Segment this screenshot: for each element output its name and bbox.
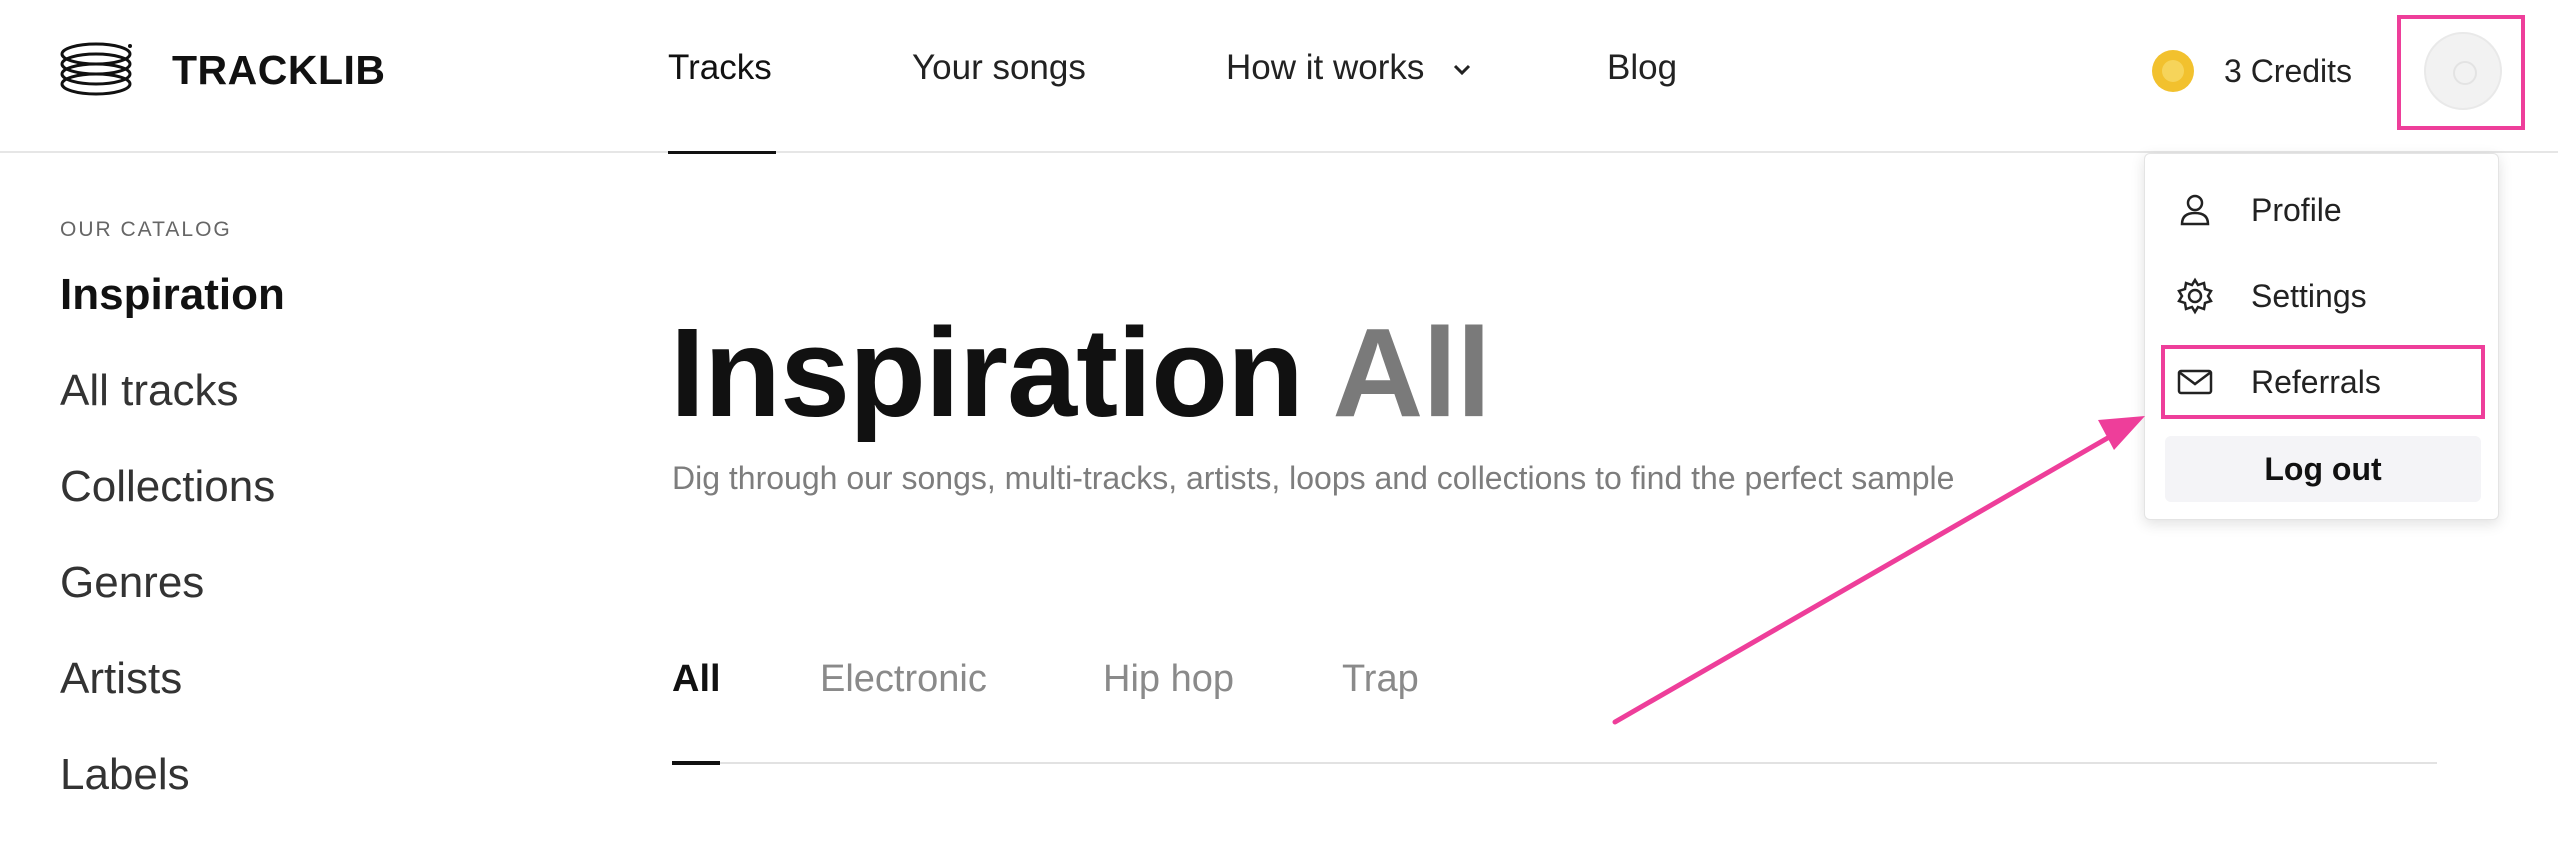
sidebar-item-artists[interactable]: Artists bbox=[60, 654, 182, 704]
top-header: TRACKLIB Tracks Your songs How it works … bbox=[0, 0, 2558, 154]
page-title-main: Inspiration bbox=[670, 302, 1304, 443]
nav-how-it-works-label: How it works bbox=[1226, 48, 1425, 87]
filter-electronic[interactable]: Electronic bbox=[820, 658, 987, 701]
nav-tracks[interactable]: Tracks bbox=[668, 48, 772, 88]
brand-logo[interactable]: TRACKLIB bbox=[58, 40, 386, 100]
filter-all[interactable]: All bbox=[672, 658, 721, 701]
filter-divider bbox=[672, 762, 2437, 764]
menu-item-profile-label: Profile bbox=[2251, 191, 2342, 228]
page-title-muted: All bbox=[1332, 302, 1491, 443]
logout-button[interactable]: Log out bbox=[2165, 436, 2481, 502]
menu-item-referrals[interactable]: Referrals bbox=[2161, 345, 2485, 419]
filter-active-underline bbox=[672, 761, 720, 765]
sidebar-item-labels[interactable]: Labels bbox=[60, 750, 190, 800]
menu-item-profile[interactable]: Profile bbox=[2165, 176, 2481, 244]
nav-your-songs[interactable]: Your songs bbox=[912, 48, 1086, 88]
brand-name: TRACKLIB bbox=[172, 46, 386, 93]
filter-trap[interactable]: Trap bbox=[1342, 658, 1419, 701]
sidebar-item-genres[interactable]: Genres bbox=[60, 558, 204, 608]
avatar[interactable] bbox=[2424, 32, 2502, 110]
nav-how-it-works[interactable]: How it works bbox=[1226, 48, 1472, 88]
nav-blog[interactable]: Blog bbox=[1607, 48, 1677, 88]
page-title: Inspiration All bbox=[670, 300, 1491, 445]
sidebar-item-all-tracks[interactable]: All tracks bbox=[60, 366, 238, 416]
stacked-rings-icon bbox=[60, 42, 132, 96]
menu-item-settings[interactable]: Settings bbox=[2165, 262, 2481, 330]
menu-item-referrals-label: Referrals bbox=[2251, 363, 2381, 400]
credits-label: 3 Credits bbox=[2224, 52, 2353, 89]
credits-indicator[interactable]: 3 Credits bbox=[2152, 50, 2352, 92]
coin-icon bbox=[2152, 50, 2194, 92]
user-icon bbox=[2180, 194, 2210, 226]
gear-icon bbox=[2177, 277, 2213, 315]
menu-item-settings-label: Settings bbox=[2251, 277, 2367, 314]
chevron-down-icon bbox=[1454, 64, 1471, 75]
sidebar-item-inspiration[interactable]: Inspiration bbox=[60, 270, 285, 320]
filter-hip-hop[interactable]: Hip hop bbox=[1103, 658, 1234, 701]
nav-active-underline bbox=[668, 151, 776, 154]
page-subtitle: Dig through our songs, multi-tracks, art… bbox=[672, 460, 1955, 496]
avatar-highlight-box bbox=[2397, 15, 2525, 130]
account-dropdown-menu: Profile Settings Referrals Log out bbox=[2144, 153, 2499, 520]
mail-icon bbox=[2177, 369, 2213, 395]
sidebar-item-collections[interactable]: Collections bbox=[60, 462, 275, 512]
sidebar-section-label: OUR CATALOG bbox=[60, 218, 232, 241]
